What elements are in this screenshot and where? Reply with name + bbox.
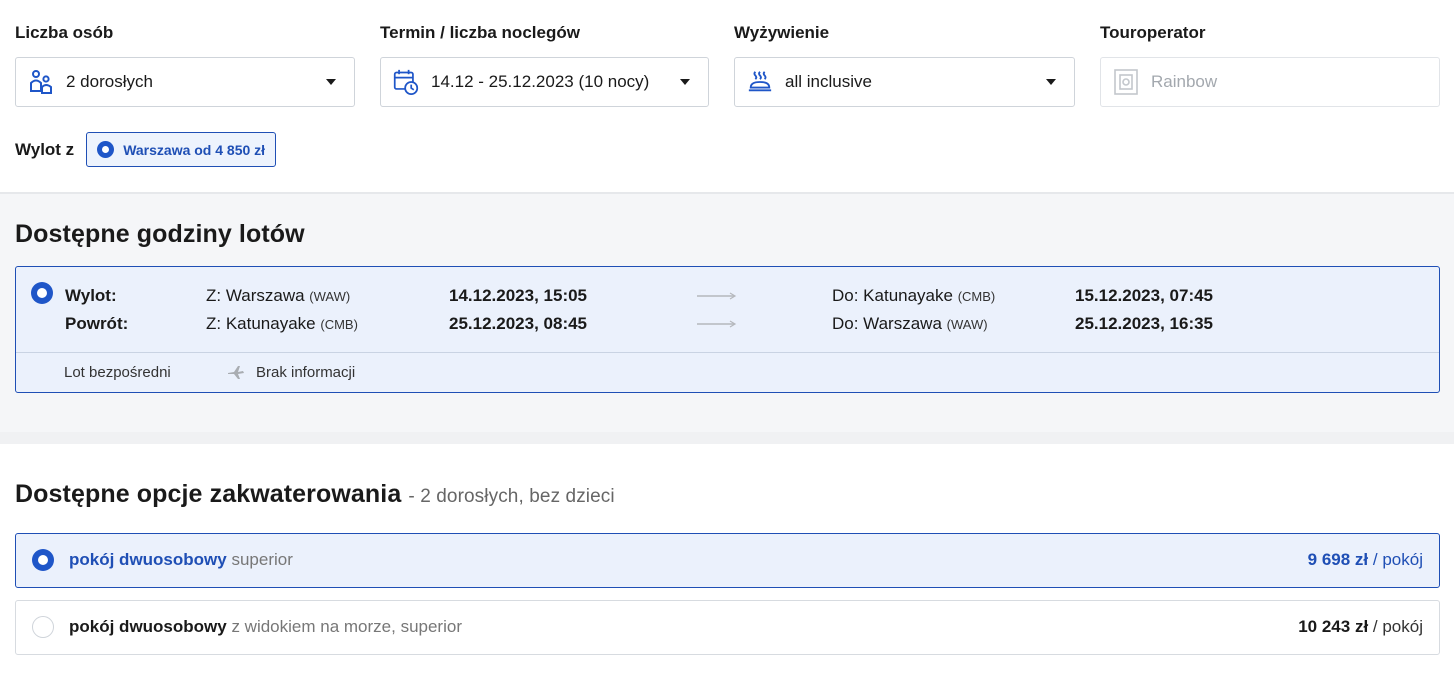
room-price: 9 698 zł / pokój [1307,550,1423,569]
outbound-from: Z: Warszawa (WAW) [206,286,351,305]
return-arrival-time: 25.12.2023, 16:35 [1075,314,1214,333]
food-dish-icon [747,67,773,97]
chevron-down-icon [680,79,690,85]
radio-selected-icon [97,141,115,158]
accommodation-title-text: Dostępne opcje zakwaterowania [15,480,402,508]
persons-value: 2 dorosłych [66,72,153,91]
term-label: Termin / liczba noclegów [380,23,580,42]
board-label: Wyżywienie [734,23,830,42]
room-name: pokój dwuosobowy z widokiem na morze, su… [69,617,462,636]
persons-select[interactable]: 2 dorosłych [15,57,355,107]
outbound-to: Do: Katunayake (CMB) [832,286,996,305]
flight-details: Lot bezpośredni Brak informacji [16,352,1439,393]
flight-row-return: Powrót: Z: Katunayake (CMB) 25.12.2023, … [16,313,1439,335]
radio-selected-icon[interactable] [32,549,54,571]
board-value: all inclusive [785,72,872,91]
departure-label: Wylot z [15,139,75,159]
departure-option-label: Warszawa od 4 850 zł [123,141,266,158]
persons-filter: Liczba osób 2 dorosłych [15,22,355,107]
room-option-sea-view[interactable]: pokój dwuosobowy z widokiem na morze, su… [15,600,1440,655]
arrow-right-icon [697,313,737,335]
direct-flight-label: Lot bezpośredni [64,364,171,381]
operator-value: Rainbow [1151,72,1218,91]
term-select[interactable]: 14.12 - 25.12.2023 (10 nocy) [380,57,709,107]
board-filter: Wyżywienie all inclusive [734,22,1075,107]
outbound-label: Wylot: [65,286,117,305]
flight-row-outbound: Wylot: Z: Warszawa (WAW) 14.12.2023, 15:… [16,285,1439,307]
accommodation-subtitle: - 2 dorosłych, bez dzieci [408,486,615,507]
chevron-down-icon [326,79,336,85]
room-name: pokój dwuosobowy superior [69,550,293,569]
term-value: 14.12 - 25.12.2023 (10 nocy) [431,72,650,91]
operator-logo-icon [1113,67,1139,97]
room-price: 10 243 zł / pokój [1298,617,1423,636]
outbound-departure-time: 14.12.2023, 15:05 [449,286,588,305]
radio-unselected-icon[interactable] [32,616,54,638]
persons-label: Liczba osób [15,23,114,42]
return-to: Do: Warszawa (WAW) [832,314,988,333]
flight-option[interactable]: Wylot: Z: Warszawa (WAW) 14.12.2023, 15:… [15,266,1440,393]
airplane-icon [227,364,245,380]
board-select[interactable]: all inclusive [734,57,1075,107]
departure-filter: Wylot z Warszawa od 4 850 zł [15,132,277,167]
outbound-arrival-time: 15.12.2023, 07:45 [1075,286,1214,305]
return-departure-time: 25.12.2023, 08:45 [449,314,588,333]
accommodation-section: Dostępne opcje zakwaterowania - 2 dorosł… [0,432,1454,680]
flights-section: Dostępne godziny lotów Wylot: Z: Warszaw… [0,192,1454,432]
calendar-clock-icon [393,67,419,97]
search-filters: Liczba osób 2 dorosłych Termin / liczba … [0,0,1454,192]
departure-option-warszawa[interactable]: Warszawa od 4 850 zł [86,132,277,167]
return-from: Z: Katunayake (CMB) [206,314,358,333]
term-filter: Termin / liczba noclegów 14.12 - 25.12.2… [380,22,709,107]
operator-select: Rainbow [1100,57,1440,107]
room-option-superior[interactable]: pokój dwuosobowy superior 9 698 zł / pok… [15,533,1440,588]
return-label: Powrót: [65,314,129,333]
accommodation-title: Dostępne opcje zakwaterowania - 2 dorosł… [15,480,615,509]
flights-title: Dostępne godziny lotów [15,220,305,248]
operator-label: Touroperator [1100,23,1206,42]
people-icon [28,67,54,97]
arrow-right-icon [697,285,737,307]
baggage-info-label: Brak informacji [256,364,356,381]
chevron-down-icon [1046,79,1056,85]
operator-filter: Touroperator Rainbow [1100,22,1440,107]
